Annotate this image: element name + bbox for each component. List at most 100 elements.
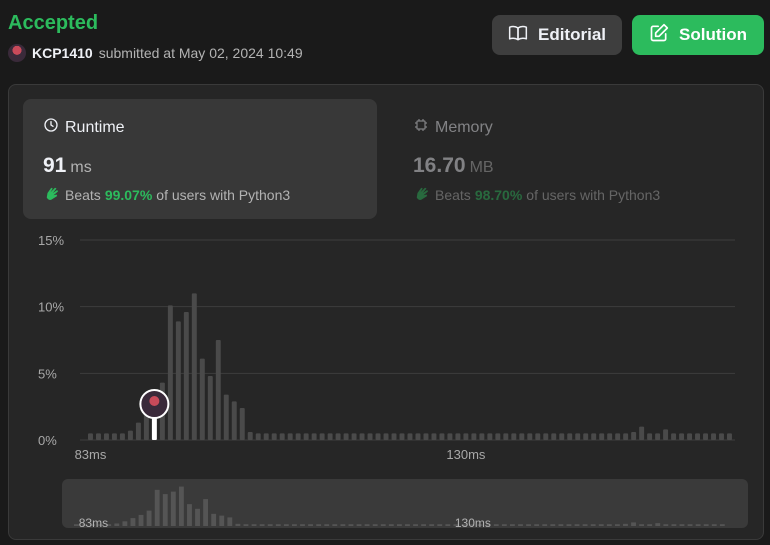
chart-bar[interactable] <box>711 433 716 440</box>
chart-bar[interactable] <box>455 433 461 440</box>
chart-bar[interactable] <box>431 433 437 440</box>
chart-bar[interactable] <box>607 433 613 440</box>
chart-bar[interactable] <box>519 433 525 440</box>
navigator-bar <box>493 524 499 526</box>
chart-bar[interactable] <box>727 433 732 440</box>
chart-bar[interactable] <box>543 433 549 440</box>
navigator-bar <box>195 508 200 526</box>
chart-bar[interactable] <box>423 433 429 440</box>
chart-bar[interactable] <box>103 433 109 440</box>
chart-bar[interactable] <box>223 394 229 440</box>
chart-bar[interactable] <box>383 433 389 440</box>
chart-bar[interactable] <box>487 433 493 440</box>
chart-bar[interactable] <box>231 401 237 440</box>
chart-bar[interactable] <box>463 433 469 440</box>
chart-bar[interactable] <box>271 433 277 440</box>
navigator-bar <box>711 524 717 526</box>
chart-bar[interactable] <box>655 433 661 440</box>
chart-bar[interactable] <box>591 433 597 440</box>
chart-bar[interactable] <box>583 433 589 440</box>
chart-bar[interactable] <box>527 433 533 440</box>
navigator-bar <box>275 524 281 526</box>
navigator-bar <box>719 524 725 526</box>
chart-bar[interactable] <box>167 305 173 440</box>
navigator-bar <box>534 524 540 526</box>
navigator-bar <box>405 524 410 526</box>
chart-bar[interactable] <box>175 321 181 440</box>
chart-bar[interactable] <box>135 422 141 440</box>
chart-bar[interactable] <box>279 433 285 440</box>
chart-bar[interactable] <box>639 426 645 440</box>
chart-bar[interactable] <box>287 433 293 440</box>
chart-bar[interactable] <box>679 433 685 440</box>
navigator-bar <box>211 513 217 526</box>
chart-bar[interactable] <box>343 433 349 440</box>
chart-bar[interactable] <box>263 433 269 440</box>
navigator-bar <box>445 524 451 526</box>
chart-bar[interactable] <box>415 433 421 440</box>
avatar-figure-icon <box>149 396 160 406</box>
navigator-bar <box>558 524 564 526</box>
chart-bar[interactable] <box>535 433 541 440</box>
chart-bar[interactable] <box>471 433 477 440</box>
navigator-bar <box>631 522 636 526</box>
chart-bar[interactable] <box>479 433 485 440</box>
chart-bar[interactable] <box>295 433 301 440</box>
chart-bar[interactable] <box>687 433 693 440</box>
navigator-bar <box>614 524 620 526</box>
chart-bar[interactable] <box>375 433 381 440</box>
chart-bar[interactable] <box>183 312 189 440</box>
chart-bar[interactable] <box>495 433 501 440</box>
chart-bar[interactable] <box>239 408 245 440</box>
chart-bar[interactable] <box>95 433 101 440</box>
chart-bar[interactable] <box>719 433 724 440</box>
chart-bar[interactable] <box>391 433 397 440</box>
chart-bar[interactable] <box>671 433 677 440</box>
chart-bar[interactable] <box>207 376 213 440</box>
chart-bar[interactable] <box>663 429 669 440</box>
chart-bar[interactable] <box>351 433 357 440</box>
chart-bar[interactable] <box>111 433 117 440</box>
runtime-distribution-chart[interactable]: 15%10%5%0%83ms130ms177ms224ms83ms130ms17… <box>0 0 770 545</box>
chart-bar[interactable] <box>327 433 333 440</box>
chart-bar[interactable] <box>367 433 373 440</box>
chart-bar[interactable] <box>503 433 509 440</box>
navigator-bar <box>671 524 677 526</box>
chart-bar[interactable] <box>647 433 653 440</box>
chart-bar[interactable] <box>88 433 93 440</box>
chart-bar[interactable] <box>703 433 709 440</box>
chart-bar[interactable] <box>119 433 125 440</box>
chart-bar[interactable] <box>559 433 565 440</box>
navigator-bar <box>308 524 313 526</box>
chart-bar[interactable] <box>599 433 605 440</box>
chart-bar[interactable] <box>439 433 445 440</box>
navigator-bar <box>695 524 701 526</box>
chart-bar[interactable] <box>247 432 253 440</box>
navigator-bar <box>703 524 709 526</box>
chart-bar[interactable] <box>303 433 309 440</box>
chart-bar[interactable] <box>255 433 261 440</box>
navigator-bar <box>203 499 209 526</box>
chart-bar[interactable] <box>575 433 581 440</box>
chart-bar[interactable] <box>215 340 221 440</box>
chart-bar[interactable] <box>447 433 453 440</box>
chart-bar[interactable] <box>623 433 629 440</box>
chart-bar[interactable] <box>311 433 317 440</box>
chart-bar[interactable] <box>127 430 133 440</box>
chart-bar[interactable] <box>319 433 325 440</box>
chart-bar[interactable] <box>551 433 557 440</box>
chart-bar[interactable] <box>567 433 573 440</box>
navigator-bar <box>647 524 653 526</box>
navigator-bar <box>590 524 596 526</box>
chart-bar[interactable] <box>335 433 341 440</box>
chart-bar[interactable] <box>631 432 637 440</box>
chart-bar[interactable] <box>695 433 701 440</box>
chart-bar[interactable] <box>399 433 405 440</box>
navigator-bar <box>421 524 427 526</box>
chart-bar[interactable] <box>199 358 205 440</box>
chart-bar[interactable] <box>511 433 517 440</box>
chart-bar[interactable] <box>615 433 621 440</box>
chart-bar[interactable] <box>191 293 197 440</box>
chart-bar[interactable] <box>407 433 413 440</box>
chart-bar[interactable] <box>359 433 365 440</box>
